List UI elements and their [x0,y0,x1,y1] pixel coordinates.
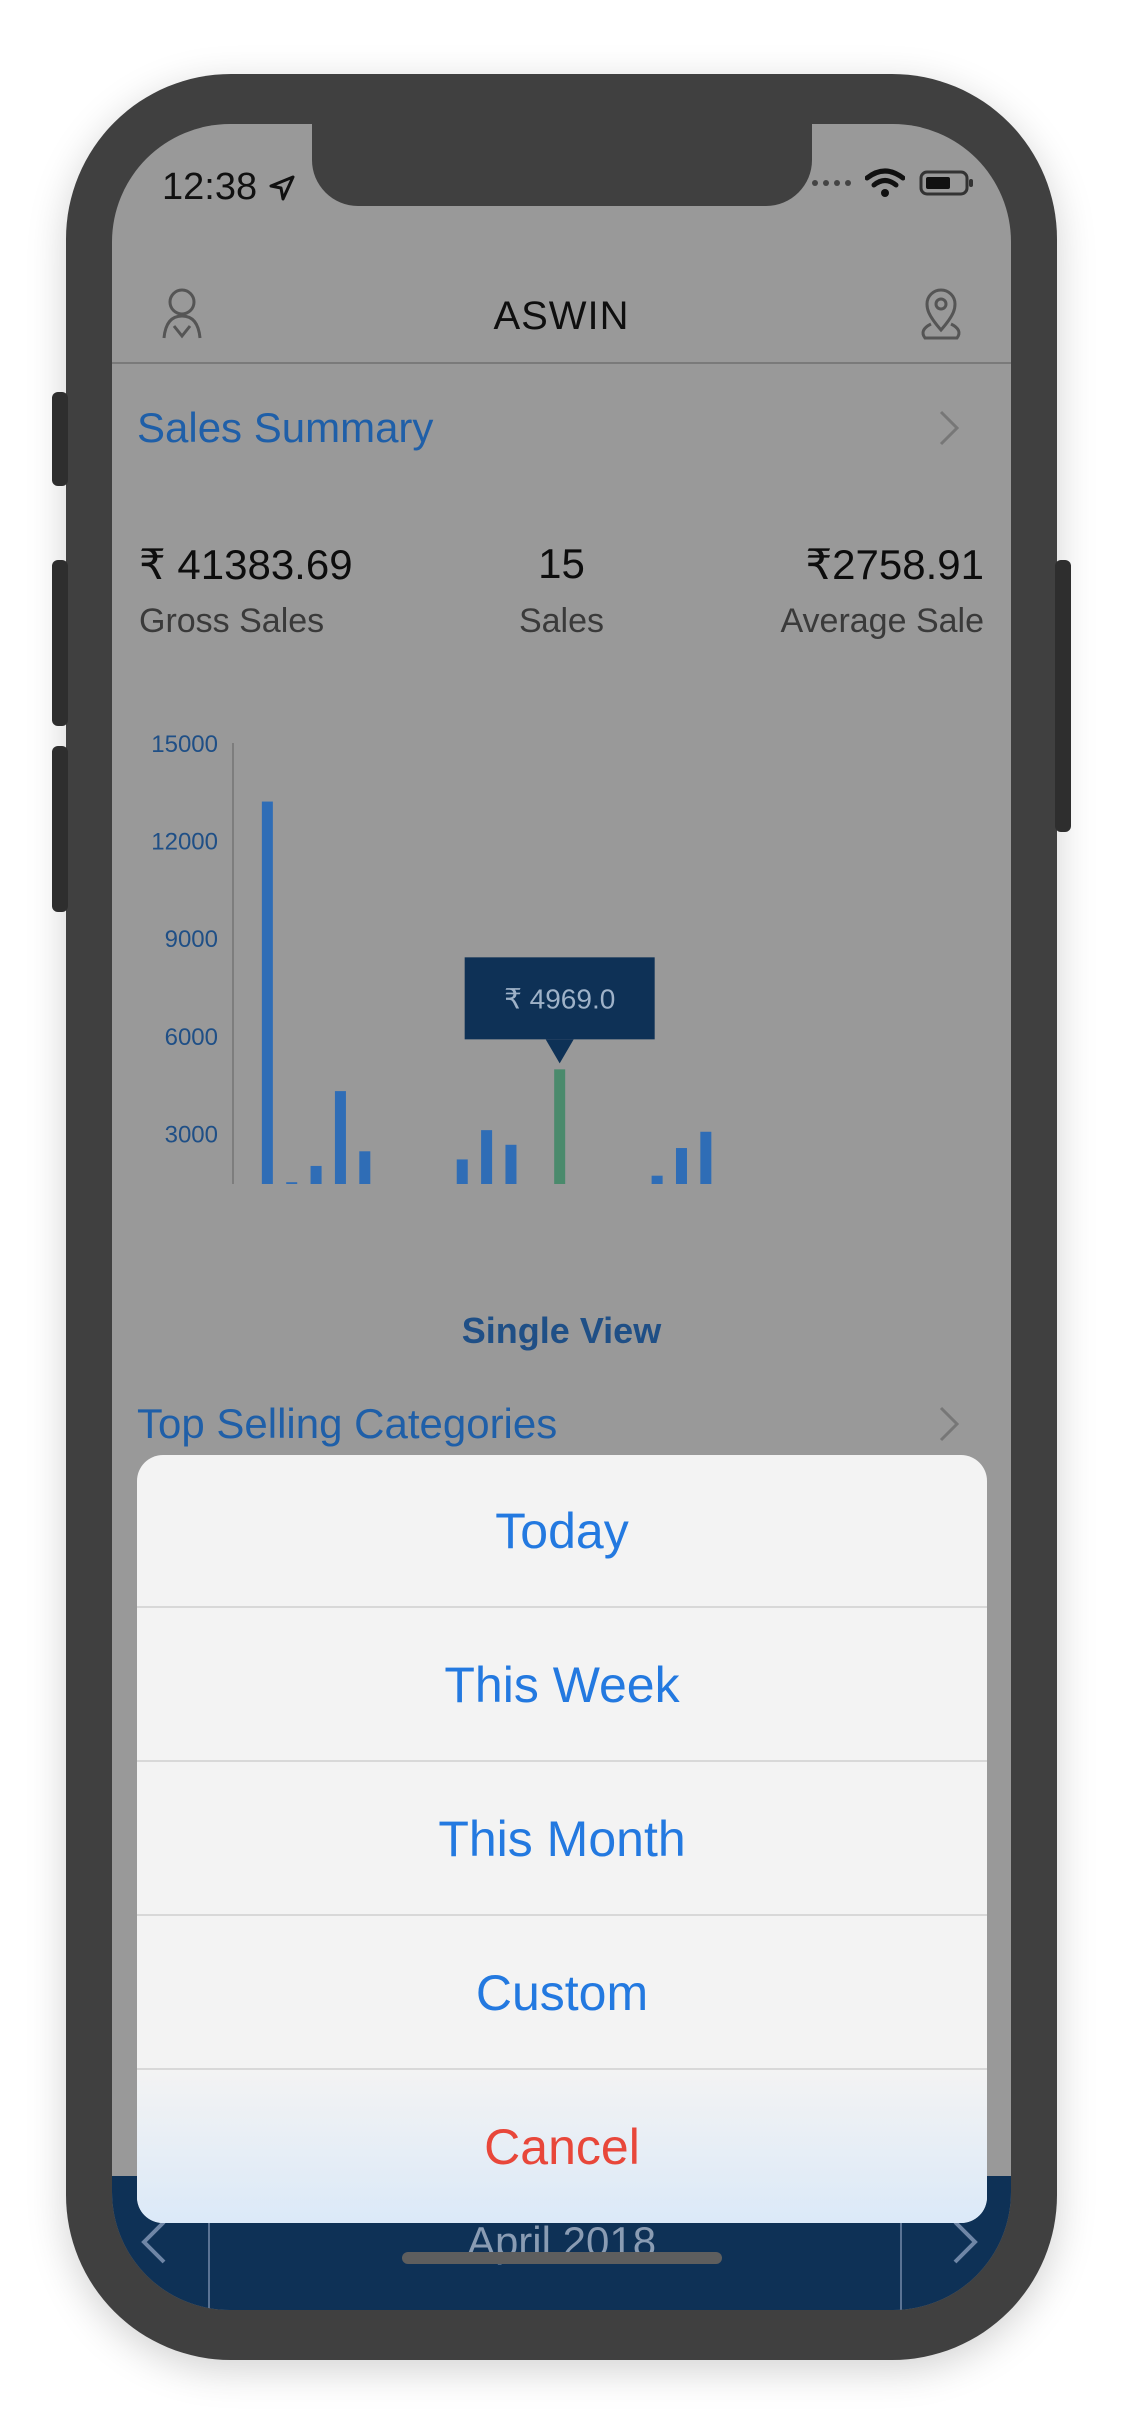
y-tick-label: 6000 [165,1024,218,1051]
volume-up-button [52,560,68,726]
single-view-toggle[interactable]: Single View [112,1310,1011,1352]
bar [456,1159,468,1184]
bar [505,1144,517,1184]
highlighted-bar [554,1069,566,1184]
tooltip-text: ₹ 4969.0 [504,983,615,1014]
bar [286,1182,298,1184]
bar [359,1151,371,1184]
bar [310,1165,322,1184]
chevron-right-icon[interactable] [937,1404,961,1444]
y-tick-label: 3000 [165,1121,218,1148]
silent-switch [52,392,68,486]
bar [700,1131,712,1184]
bar [334,1091,346,1184]
date-range-action-sheet: Today This Week This Month Custom Cancel [137,1455,987,2223]
tooltip-pointer [545,1039,574,1064]
top-selling-categories-heading[interactable]: Top Selling Categories [137,1400,557,1448]
bar [651,1175,663,1184]
option-custom[interactable]: Custom [137,1917,987,2070]
option-today[interactable]: Today [137,1455,987,1608]
y-tick-label: 12000 [151,829,218,856]
bar [261,801,273,1184]
option-this-week[interactable]: This Week [137,1609,987,1762]
power-button [1055,560,1071,832]
y-tick-label: 9000 [165,926,218,953]
next-month-icon[interactable] [951,2218,979,2266]
option-this-month[interactable]: This Month [137,1763,987,1916]
bar [675,1148,687,1184]
chart-canvas: 030006000900012000150001611162126₹ 4969.… [151,731,712,1184]
volume-down-button [52,746,68,912]
y-tick-label: 15000 [151,731,218,758]
home-indicator[interactable] [402,2252,722,2264]
cancel-button[interactable]: Cancel [137,2071,987,2223]
bar [481,1130,493,1184]
